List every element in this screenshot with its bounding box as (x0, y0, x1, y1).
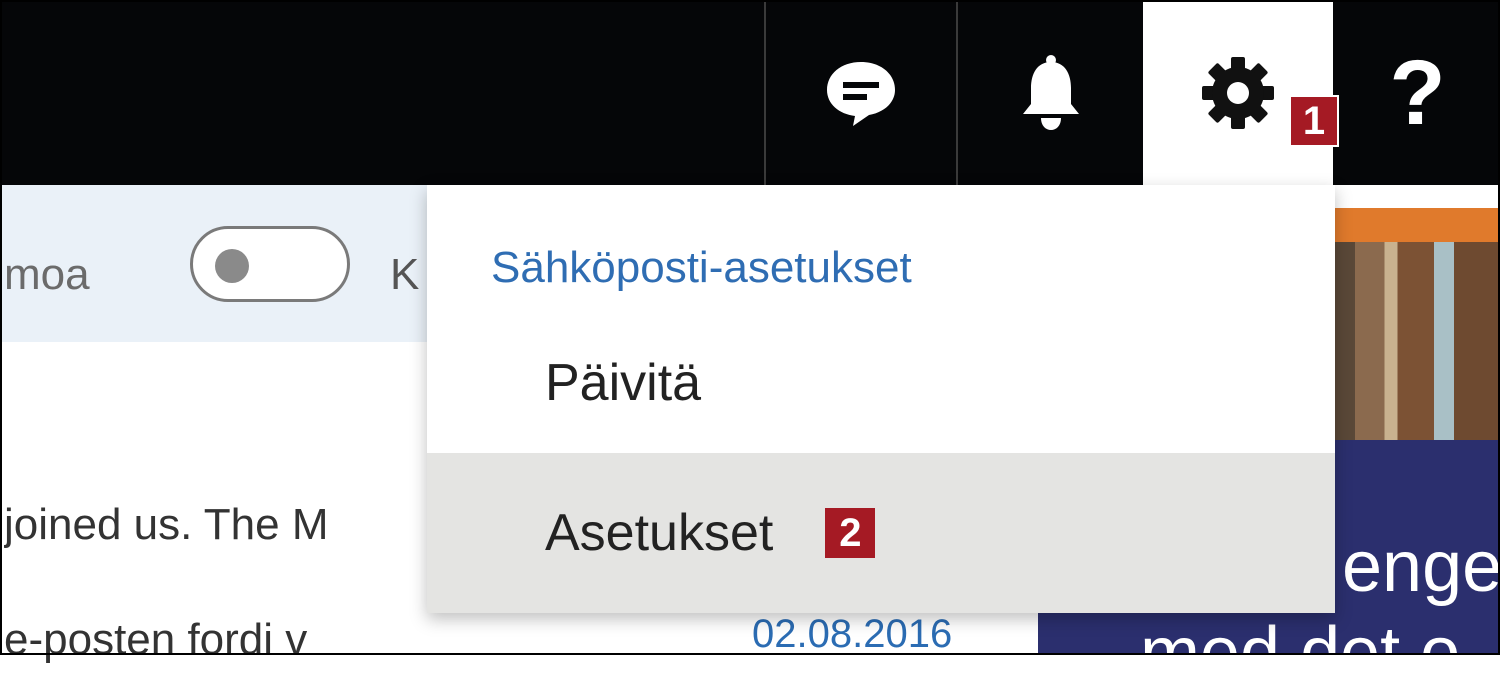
ad-text-line: med det o (1140, 613, 1461, 693)
chat-bubble-icon (823, 58, 899, 128)
toggle-label: K (390, 250, 420, 299)
feedback-button[interactable] (766, 0, 956, 185)
message-date: 02.08.2016 (752, 612, 953, 656)
question-icon: ? (1389, 41, 1446, 144)
step-callout-2: 2 (825, 508, 876, 558)
top-navigation-bar: 1 ? (0, 0, 1500, 185)
ad-banner-stripe (1335, 208, 1500, 242)
help-button[interactable]: ? (1335, 0, 1500, 185)
gear-icon (1200, 55, 1276, 131)
menu-item-settings[interactable]: Asetukset 2 (427, 453, 1335, 613)
ad-text-line: enger (1342, 527, 1500, 607)
message-preview[interactable]: joined us. The M (4, 500, 388, 550)
step-callout-1: 1 (1289, 95, 1339, 147)
message-preview[interactable]: e-posten fordi v (4, 615, 388, 665)
ad-image[interactable] (1335, 242, 1500, 440)
view-toggle-switch[interactable] (190, 226, 350, 302)
menu-item-refresh[interactable]: Päivitä (427, 335, 1335, 430)
menu-section-header[interactable]: Sähköposti-asetukset (491, 243, 912, 293)
bell-icon (1019, 54, 1083, 132)
settings-button[interactable] (1143, 0, 1333, 185)
menu-item-label: Päivitä (545, 353, 702, 412)
settings-dropdown-menu: Sähköposti-asetukset Päivitä Asetukset 2 (427, 185, 1335, 613)
notifications-button[interactable] (958, 0, 1143, 185)
menu-item-label: Asetukset (545, 504, 774, 562)
toggle-knob (215, 249, 249, 283)
toolbar-label: moa (4, 250, 90, 299)
